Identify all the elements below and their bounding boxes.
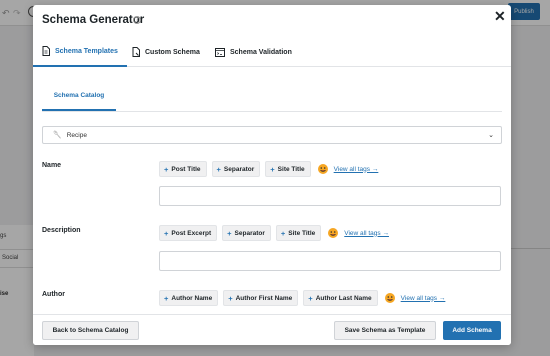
tag-separator[interactable]: + Separator [211,161,261,177]
view-all-tags-link[interactable]: View all tags → [344,230,389,237]
plus-icon: + [227,228,232,238]
tag-label: Author First Name [235,294,293,302]
emoji-icon[interactable] [327,227,339,239]
tag-label: Post Title [171,165,201,173]
tag-row-name: + Post Title + Separator + Site Title View … [159,161,378,177]
tag-site-title[interactable]: + Site Title [275,225,322,241]
view-all-tags-link[interactable]: View all tags → [334,166,379,173]
tag-label: Separator [234,229,265,237]
tag-author-name[interactable]: + Author Name [159,290,219,306]
tab-schema-templates[interactable]: Schema Templates [33,37,127,67]
add-schema-button[interactable]: Add Schema [443,321,501,340]
custom-schema-icon [132,47,140,57]
tag-label: Author Last Name [315,294,372,302]
tag-separator[interactable]: + Separator [222,225,271,241]
divider [42,111,502,112]
tag-post-excerpt[interactable]: + Post Excerpt [159,225,218,241]
help-icon[interactable]: ? [133,16,141,24]
back-to-catalog-button[interactable]: Back to Schema Catalog [42,321,139,340]
tab-label: Schema Validation [230,48,292,56]
tag-author-first-name[interactable]: + Author First Name [223,290,299,306]
schema-generator-modal: Schema Generator ? ✕ Schema Templates Cu… [33,5,511,345]
plus-icon: + [164,164,169,174]
field-label-description: Description [42,227,81,234]
description-input[interactable] [159,251,501,271]
plus-icon: + [228,293,233,303]
tag-post-title[interactable]: + Post Title [159,161,207,177]
chevron-down-icon: ⌄ [488,132,494,139]
close-icon[interactable]: ✕ [494,8,506,25]
tab-custom-schema[interactable]: Custom Schema [132,37,200,67]
modal-footer: Back to Schema Catalog Save Schema as Te… [33,314,511,345]
document-icon [42,46,50,56]
view-all-tags-link[interactable]: View all tags → [401,295,446,302]
plus-icon: + [216,164,221,174]
tab-label: Schema Templates [55,47,118,55]
modal-title: Schema Generator [42,14,145,26]
plus-icon: + [308,293,313,303]
modal-content[interactable]: Schema Catalog 🥄 Recipe ⌄ Name + Post Tit… [33,67,511,314]
emoji-icon[interactable] [317,163,329,175]
plus-icon: + [164,293,169,303]
tag-author-last-name[interactable]: + Author Last Name [303,290,378,306]
tag-label: Author Name [171,294,213,302]
tag-label: Site Title [277,165,305,173]
tab-schema-catalog[interactable]: Schema Catalog [42,82,116,111]
field-label-name: Name [42,162,62,169]
recipe-icon: 🥄 [53,132,62,139]
tag-label: Separator [223,165,255,173]
save-as-template-button[interactable]: Save Schema as Template [334,321,436,340]
tab-schema-validation[interactable]: Schema Validation [215,37,292,67]
tab-label: Custom Schema [145,48,200,56]
schema-type-select[interactable]: 🥄 Recipe ⌄ [42,126,502,144]
field-label-author: Author [42,291,65,298]
modal-header: Schema Generator ? ✕ [33,5,511,35]
validation-icon [215,47,225,57]
tag-site-title[interactable]: + Site Title [265,161,311,177]
modal-tabs: Schema Templates Custom Schema Schema Va… [33,37,511,67]
tag-label: Post Excerpt [171,229,212,237]
tag-row-description: + Post Excerpt + Separator + Site Title Vie… [159,225,389,241]
tag-label: Site Title [288,229,316,237]
name-input[interactable] [159,186,501,206]
tag-row-author: + Author Name + Author First Name + Author … [159,290,445,306]
plus-icon: + [280,228,286,238]
plus-icon: + [270,164,275,174]
emoji-icon[interactable] [384,292,396,304]
schema-type-value: Recipe [66,131,87,139]
plus-icon: + [164,228,169,238]
